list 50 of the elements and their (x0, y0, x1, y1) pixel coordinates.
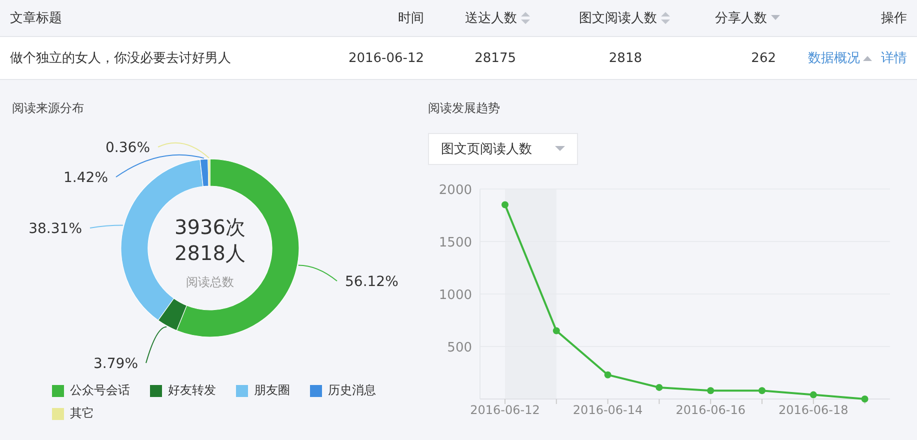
column-header: 操作 (881, 10, 907, 27)
data-point (707, 387, 714, 394)
x-tick-label: 2016-06-12 (470, 403, 540, 417)
table-cell: 28175 (474, 50, 516, 66)
x-tick-label: 2016-06-14 (572, 403, 643, 417)
metric-dropdown[interactable]: 图文页阅读人数 (428, 133, 578, 165)
legend-label[interactable]: 历史消息 (328, 382, 376, 399)
data-point (552, 327, 560, 334)
column-header: 时间 (398, 10, 424, 27)
leader-line (90, 224, 124, 228)
leader-line (298, 264, 338, 282)
article-title: 做个独立的女人，你没必要去讨好男人 (10, 50, 231, 67)
column-header[interactable]: 图文阅读人数 (579, 9, 657, 27)
x-tick-label: 2016-06-18 (778, 403, 848, 417)
legend-label[interactable]: 好友转发 (168, 382, 216, 399)
table-cell: 2016-06-12 (348, 50, 424, 66)
legend-label[interactable]: 朋友圈 (254, 382, 290, 399)
data-point (861, 396, 868, 402)
total-caption: 阅读总数 (186, 275, 234, 289)
total-value: 2818人 (174, 241, 246, 265)
total-value: 3936次 (174, 215, 246, 239)
x-tick-label: 2016-06-16 (676, 403, 746, 417)
data-point (758, 387, 766, 394)
table-cell: 262 (751, 50, 776, 66)
percent-label: 1.42% (64, 170, 108, 186)
legend-label[interactable]: 公众号会话 (70, 382, 130, 399)
data-point (810, 391, 817, 398)
panel-title: 阅读来源分布 (11, 100, 85, 117)
table-cell: 2818 (608, 50, 642, 66)
percent-label: 38.31% (28, 221, 82, 237)
y-tick-label: 1500 (438, 236, 472, 250)
leader-line (146, 326, 168, 364)
percent-label: 0.36% (106, 140, 150, 156)
y-tick-label: 2000 (438, 183, 472, 198)
y-tick-label: 500 (447, 340, 472, 356)
column-header: 文章标题 (10, 10, 62, 27)
sort-descending-icon[interactable] (771, 15, 780, 21)
column-header[interactable]: 分享人数 (715, 9, 767, 27)
data-point (502, 201, 508, 208)
data-point (656, 384, 663, 391)
sort-icon[interactable] (661, 12, 670, 24)
data-point (604, 371, 612, 378)
caret-icon (555, 146, 565, 152)
legend-label[interactable]: 其它 (70, 405, 94, 422)
percent-label: 56.12% (345, 274, 398, 290)
percent-label: 3.79% (94, 356, 138, 372)
sort-icon[interactable] (521, 12, 530, 24)
y-tick-label: 1000 (438, 288, 472, 303)
panel-title: 阅读发展趋势 (427, 100, 501, 117)
column-header[interactable]: 送达人数 (465, 9, 517, 27)
